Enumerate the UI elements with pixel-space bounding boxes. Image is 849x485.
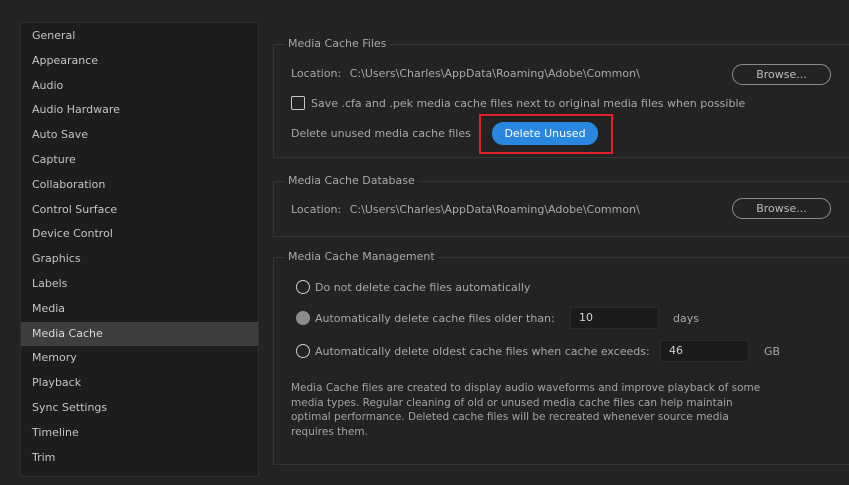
radio-delete-older[interactable]: [296, 311, 310, 325]
db-browse-button[interactable]: Browse...: [732, 198, 831, 219]
sidebar-item-audio[interactable]: Audio: [21, 74, 258, 99]
delete-older-label: Automatically delete cache files older t…: [315, 312, 555, 325]
save-cache-checkbox[interactable]: [291, 96, 305, 110]
delete-unused-label: Delete unused media cache files: [291, 127, 471, 140]
media-cache-files-panel: Media Cache Files Location: C:\Users\Cha…: [273, 37, 849, 158]
browse-button[interactable]: Browse...: [732, 64, 831, 85]
exceeds-gb-input[interactable]: 46: [660, 340, 749, 362]
delete-unused-button[interactable]: Delete Unused: [492, 122, 598, 145]
sidebar-item-audio-hardware[interactable]: Audio Hardware: [21, 98, 258, 123]
sidebar-item-general[interactable]: General: [21, 24, 258, 49]
save-cache-label: Save .cfa and .pek media cache files nex…: [311, 97, 746, 110]
media-cache-database-title: Media Cache Database: [285, 174, 418, 187]
sidebar-item-media-cache[interactable]: Media Cache: [21, 321, 258, 347]
db-location-label: Location: C:\Users\Charles\AppData\Roami…: [291, 203, 640, 216]
sidebar-item-device-control[interactable]: Device Control: [21, 222, 258, 247]
preferences-sidebar: General Appearance Audio Audio Hardware Auto…: [20, 22, 259, 477]
sidebar-item-control-surface[interactable]: Control Surface: [21, 198, 258, 223]
media-cache-management-title: Media Cache Management: [285, 250, 438, 263]
sidebar-item-timeline[interactable]: Timeline: [21, 421, 258, 446]
db-location-label-text: Location:: [291, 203, 342, 216]
sidebar-item-media[interactable]: Media: [21, 297, 258, 322]
location-path: C:\Users\Charles\AppData\Roaming\Adobe\C…: [349, 67, 640, 80]
sidebar-item-memory[interactable]: Memory: [21, 346, 258, 371]
gb-unit: GB: [764, 345, 781, 358]
media-cache-management-panel: Media Cache Management Do not delete cac…: [273, 250, 849, 465]
media-cache-database-panel: Media Cache Database Location: C:\Users\…: [273, 174, 849, 237]
radio-delete-exceeds[interactable]: [296, 344, 310, 358]
sidebar-item-collaboration[interactable]: Collaboration: [21, 173, 258, 198]
db-location-path: C:\Users\Charles\AppData\Roaming\Adobe\C…: [349, 203, 640, 216]
sidebar-item-graphics[interactable]: Graphics: [21, 247, 258, 272]
media-cache-files-title: Media Cache Files: [285, 37, 390, 50]
sidebar-item-labels[interactable]: Labels: [21, 272, 258, 297]
media-cache-description: Media Cache files are created to display…: [291, 382, 761, 438]
delete-exceeds-label: Automatically delete oldest cache files …: [315, 345, 650, 358]
location-label-text: Location:: [291, 67, 342, 80]
older-days-input[interactable]: 10: [570, 307, 659, 329]
sidebar-item-sync-settings[interactable]: Sync Settings: [21, 396, 258, 421]
no-auto-delete-label: Do not delete cache files automatically: [315, 281, 531, 294]
sidebar-item-trim[interactable]: Trim: [21, 446, 258, 471]
sidebar-item-auto-save[interactable]: Auto Save: [21, 123, 258, 148]
location-label: Location: C:\Users\Charles\AppData\Roami…: [291, 67, 640, 80]
sidebar-list: General Appearance Audio Audio Hardware Auto…: [21, 23, 258, 470]
sidebar-item-appearance[interactable]: Appearance: [21, 49, 258, 74]
sidebar-item-playback[interactable]: Playback: [21, 371, 258, 396]
days-unit: days: [673, 312, 699, 325]
sidebar-item-capture[interactable]: Capture: [21, 148, 258, 173]
radio-no-auto-delete[interactable]: [296, 280, 310, 294]
